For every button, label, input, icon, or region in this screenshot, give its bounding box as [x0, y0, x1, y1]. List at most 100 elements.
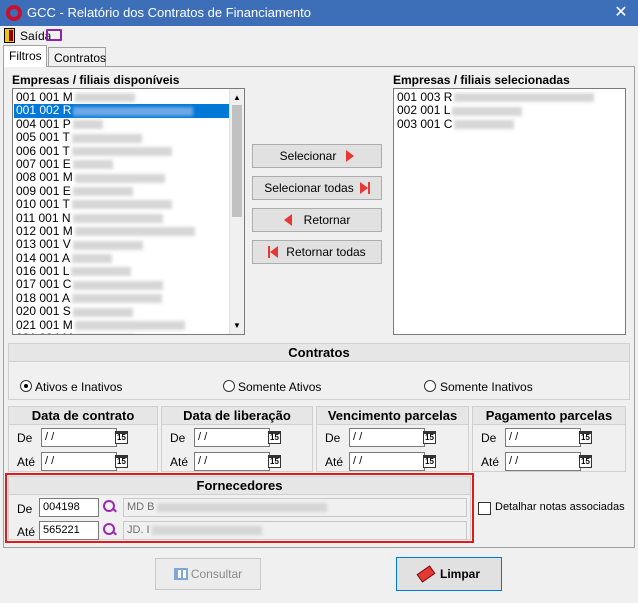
- available-company-item[interactable]: 021 001 M: [14, 317, 230, 332]
- scroll-thumb[interactable]: [232, 105, 242, 217]
- calendar-icon[interactable]: 15: [579, 431, 592, 444]
- date-to-input[interactable]: / /: [194, 452, 270, 471]
- select-all-button[interactable]: Selecionar todas: [252, 176, 382, 200]
- tab-contratos[interactable]: Contratos: [48, 47, 106, 67]
- date-to-input[interactable]: / /: [505, 452, 581, 471]
- tab-filtros[interactable]: Filtros: [3, 45, 47, 67]
- supplier-from-name: MD B: [127, 501, 155, 513]
- grid-icon: [173, 568, 188, 580]
- supplier-to-name-field: JD. I: [123, 521, 467, 540]
- monitor-icon[interactable]: [46, 29, 62, 41]
- selected-company-item[interactable]: 002 001 L: [395, 104, 625, 117]
- radio-only-inactive[interactable]: [424, 380, 436, 392]
- calendar-icon[interactable]: 15: [423, 455, 436, 468]
- available-company-item[interactable]: 009 001 E: [14, 184, 230, 198]
- date-to-input[interactable]: / /: [41, 452, 117, 471]
- available-company-item[interactable]: 013 001 V: [14, 238, 230, 251]
- date-from-label: De: [170, 431, 186, 445]
- calendar-icon[interactable]: 15: [268, 455, 281, 468]
- calendar-icon[interactable]: 15: [423, 431, 436, 444]
- date-from-input[interactable]: / /: [505, 428, 581, 447]
- company-code: 021 004 M: [16, 331, 73, 334]
- company-code: 011 001 N: [16, 210, 71, 225]
- available-company-item[interactable]: 011 001 N: [14, 210, 230, 225]
- radio-only-inactive-label[interactable]: Somente Inativos: [440, 380, 533, 394]
- redacted-text: [73, 280, 164, 290]
- date-to-label: Até: [17, 455, 36, 469]
- scroll-down-icon[interactable]: ▼: [233, 321, 241, 330]
- radio-active-inactive-label[interactable]: Ativos e Inativos: [35, 380, 122, 394]
- available-company-item[interactable]: 008 001 M: [14, 171, 230, 184]
- supplier-to-name: JD. I: [127, 524, 150, 536]
- redacted-text: [72, 240, 143, 250]
- selected-company-item[interactable]: 001 003 R: [395, 90, 625, 104]
- available-company-item[interactable]: 016 001 L: [14, 264, 230, 278]
- redacted-text: [75, 334, 135, 335]
- company-code: 003 001 C: [397, 116, 453, 131]
- redacted-text: [72, 120, 103, 130]
- detail-notes-label[interactable]: Detalhar notas associadas: [495, 501, 625, 513]
- return-button[interactable]: Retornar: [252, 208, 382, 232]
- available-company-item[interactable]: 017 001 C: [14, 278, 230, 291]
- available-company-item[interactable]: 001 001 M: [14, 90, 230, 104]
- company-code: 021 001 M: [16, 317, 73, 332]
- exit-door-icon[interactable]: [4, 28, 15, 43]
- select-button[interactable]: Selecionar: [252, 144, 382, 168]
- calendar-icon[interactable]: 15: [579, 455, 592, 468]
- available-company-item[interactable]: 012 001 M: [14, 224, 230, 238]
- supplier-from-search-icon[interactable]: [103, 500, 117, 514]
- selected-company-item[interactable]: 003 001 C: [395, 116, 625, 131]
- available-company-item[interactable]: 005 001 T: [14, 130, 230, 144]
- redacted-text: [72, 307, 133, 317]
- available-list-scrollbar[interactable]: ▲ ▼: [229, 89, 244, 334]
- available-company-item[interactable]: 020 001 S: [14, 305, 230, 318]
- available-companies-list[interactable]: 001 001 M 001 002 R 004 001 P 005 001 T 006 …: [12, 88, 245, 335]
- available-company-item[interactable]: 007 001 E: [14, 156, 230, 171]
- available-company-item[interactable]: 010 001 T: [14, 197, 230, 211]
- company-code: 004 001 P: [16, 116, 71, 131]
- redacted-text: [71, 200, 172, 210]
- calendar-icon[interactable]: 15: [115, 431, 128, 444]
- date-from-input[interactable]: / /: [41, 428, 117, 447]
- scroll-up-icon[interactable]: ▲: [233, 93, 241, 102]
- date-to-input[interactable]: / /: [349, 452, 425, 471]
- redacted-text: [74, 320, 185, 330]
- supplier-from-code-input[interactable]: 004198: [39, 498, 99, 517]
- date-from-input[interactable]: / /: [194, 428, 270, 447]
- calendar-icon[interactable]: 15: [268, 431, 281, 444]
- radio-only-active[interactable]: [223, 380, 235, 392]
- supplier-to-code-input[interactable]: 565221: [39, 521, 99, 540]
- return-button-label: Retornar: [303, 213, 351, 227]
- return-all-button[interactable]: Retornar todas: [252, 240, 382, 264]
- redacted-text: [74, 173, 165, 183]
- available-company-item[interactable]: 021 004 M: [14, 331, 230, 335]
- clear-button[interactable]: Limpar: [396, 557, 502, 591]
- supplier-from-name-field: MD B: [123, 498, 467, 517]
- redacted-text: [454, 93, 595, 103]
- radio-only-active-label[interactable]: Somente Ativos: [238, 380, 321, 394]
- window-title: GCC - Relatório dos Contratos de Financi…: [27, 5, 311, 20]
- arrow-end-bar: [367, 182, 370, 194]
- selected-companies-list[interactable]: 001 003 R 002 001 L 003 001 C: [393, 88, 626, 335]
- consult-button[interactable]: Consultar: [155, 558, 261, 590]
- close-window-button[interactable]: ✕: [610, 3, 632, 23]
- detail-notes-checkbox[interactable]: [478, 502, 491, 515]
- consult-button-label: Consultar: [190, 567, 243, 581]
- available-company-item[interactable]: 014 001 A: [14, 250, 230, 265]
- radio-active-inactive[interactable]: [20, 380, 32, 392]
- company-code: 014 001 A: [16, 250, 71, 265]
- date-from-input[interactable]: / /: [349, 428, 425, 447]
- company-code: 013 001 V: [16, 237, 71, 252]
- available-company-item[interactable]: 018 001 A: [14, 291, 230, 305]
- redacted-text: [72, 254, 113, 264]
- supplier-to-search-icon[interactable]: [103, 523, 117, 537]
- company-code: 007 001 E: [16, 156, 71, 171]
- available-company-item[interactable]: 001 002 R: [14, 104, 230, 118]
- date-to-label: Até: [325, 455, 344, 469]
- redacted-text: [71, 146, 172, 156]
- calendar-icon[interactable]: 15: [115, 455, 128, 468]
- available-company-item[interactable]: 004 001 P: [14, 116, 230, 131]
- company-code: 001 003 R: [397, 90, 453, 104]
- date-group-title: Vencimento parcelas: [317, 407, 468, 425]
- available-company-item[interactable]: 006 001 T: [14, 144, 230, 158]
